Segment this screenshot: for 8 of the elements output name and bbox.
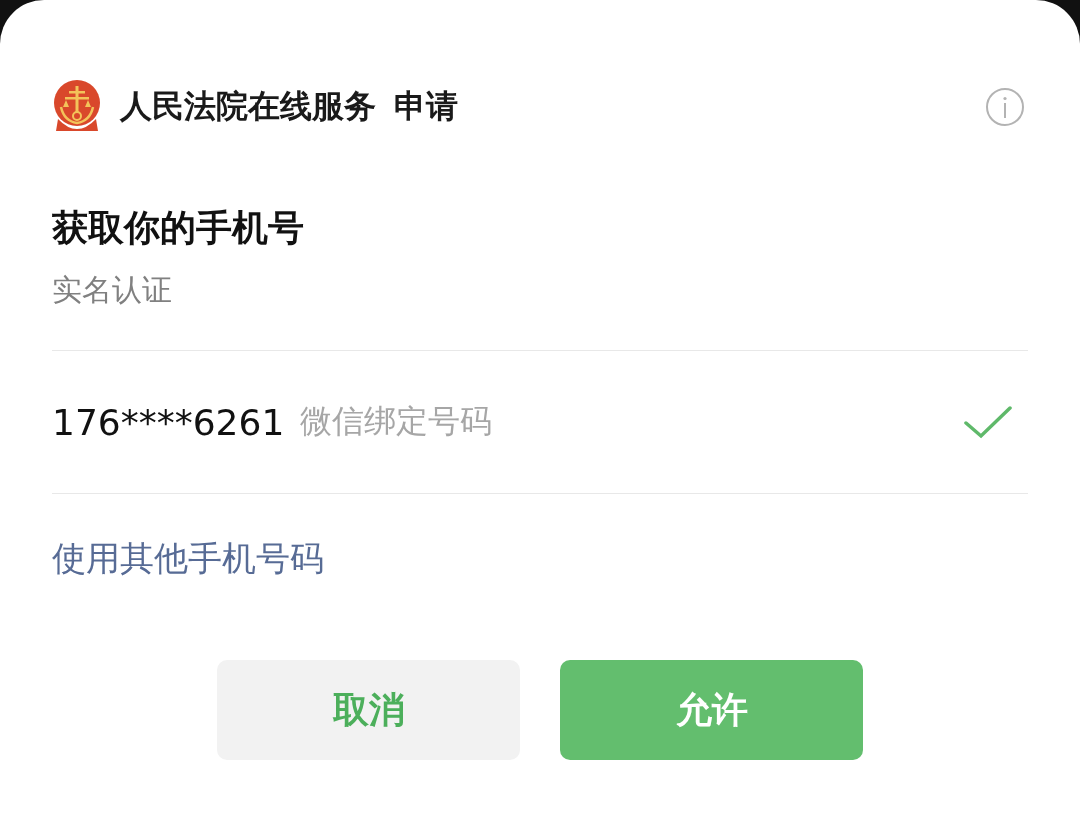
other-number-link[interactable]: 使用其他手机号码 [52,536,324,580]
request-label: 申请 [394,86,458,127]
dialog-title: 获取你的手机号 [52,206,305,250]
phone-number[interactable]: 176****6261 [52,401,285,443]
info-icon[interactable] [985,87,1025,127]
dialog-subtitle: 实名认证 [52,271,173,309]
number-note: 微信绑定号码 [300,401,493,442]
app-name: 人民法院在线服务 [120,86,376,127]
